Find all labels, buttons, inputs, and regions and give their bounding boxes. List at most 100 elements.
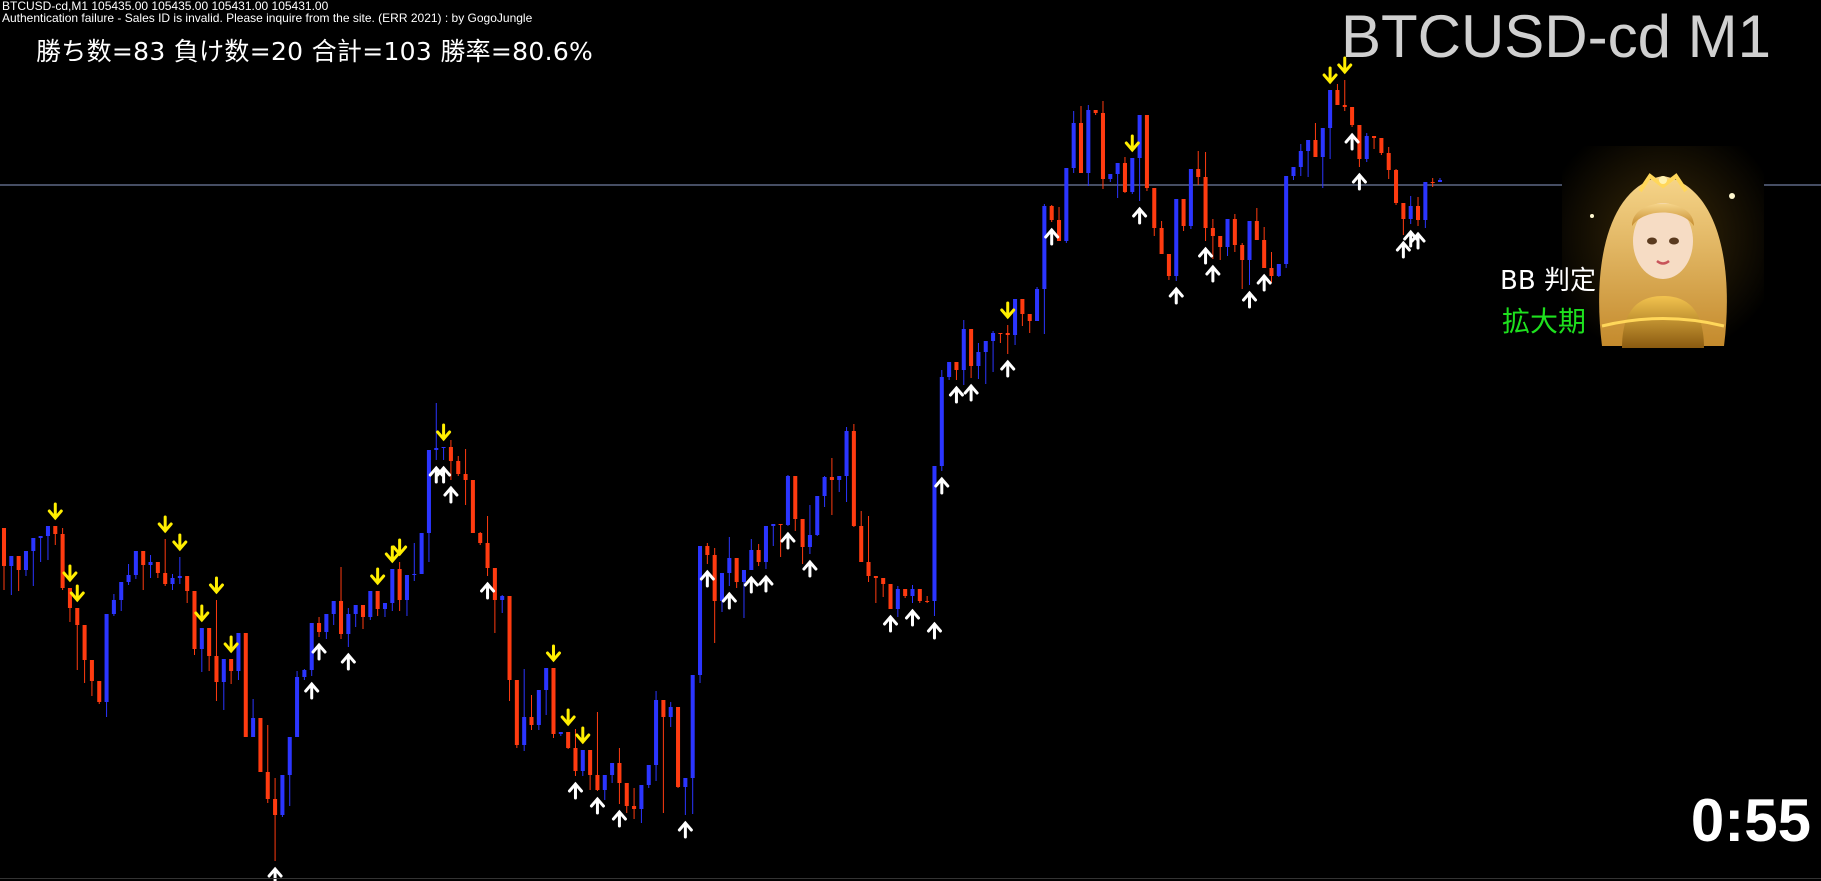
sell-arrow-icon	[69, 584, 85, 603]
win-stats: 勝ち数=83 負け数=20 合計=103 勝率=80.6%	[36, 37, 594, 66]
sell-arrow-icon	[1124, 134, 1140, 153]
candle-body	[1181, 199, 1186, 226]
candle-body	[45, 526, 50, 536]
candle-body	[1071, 123, 1076, 168]
candle-body	[881, 578, 886, 584]
candle-body	[1247, 221, 1252, 260]
candle-body	[1254, 221, 1259, 240]
candle-body	[822, 477, 827, 496]
sell-arrow-icon	[172, 533, 188, 552]
candle-body	[514, 680, 519, 745]
candle-body	[419, 533, 424, 574]
buy-arrow-icon	[267, 866, 283, 881]
candle-body	[273, 799, 278, 815]
candle-body	[229, 659, 234, 671]
candle-body	[16, 556, 21, 570]
buy-arrow-icon	[567, 781, 583, 800]
buy-arrow-icon	[677, 820, 693, 839]
candle-body	[317, 623, 322, 632]
candle-body	[1100, 113, 1105, 179]
price-chart[interactable]	[0, 0, 1821, 881]
candle-body	[566, 732, 571, 748]
candle-body	[492, 568, 497, 600]
candle-body	[778, 524, 783, 525]
candle-body	[595, 775, 600, 790]
candle-body	[654, 700, 659, 765]
candle-body	[23, 551, 28, 570]
candle-body	[434, 448, 439, 450]
candle-body	[1005, 333, 1010, 335]
candle-body	[1188, 169, 1193, 226]
candle-body	[939, 377, 944, 466]
candle-body	[793, 476, 798, 519]
candle-body	[800, 519, 805, 547]
candle-body	[947, 362, 952, 377]
candle-body	[522, 717, 527, 745]
candle-body	[1313, 140, 1318, 157]
sell-arrow-icon	[223, 635, 239, 654]
buy-arrow-icon	[443, 485, 459, 504]
candle-body	[1276, 264, 1281, 276]
candle-body	[705, 546, 710, 555]
buy-arrow-icon	[1168, 286, 1184, 305]
candle-body	[1196, 169, 1201, 177]
candle-body	[163, 573, 168, 584]
candle-body	[1122, 163, 1127, 192]
candle-body	[1093, 110, 1098, 113]
candle-body	[1078, 123, 1084, 173]
candle-body	[668, 707, 673, 717]
sell-arrow-icon	[194, 604, 210, 623]
buy-arrow-icon	[1205, 264, 1221, 283]
buy-arrow-icon	[304, 681, 320, 700]
candle-body	[741, 570, 746, 582]
candle-body	[265, 772, 270, 799]
sell-arrow-icon	[1322, 66, 1338, 85]
candle-body	[126, 575, 131, 582]
candle-body	[456, 461, 461, 474]
candle-body	[111, 600, 116, 614]
candle-body	[485, 543, 490, 568]
candle-body	[895, 589, 900, 609]
candle-body	[185, 576, 190, 591]
candle-body	[976, 352, 981, 366]
candle-body	[829, 477, 834, 480]
candle-body	[1225, 219, 1230, 247]
candle-body	[236, 633, 241, 671]
buy-arrow-icon	[699, 569, 715, 588]
candle-body	[368, 591, 373, 617]
candle-body	[1364, 136, 1369, 159]
candle-body	[1379, 138, 1384, 153]
candle-body	[1328, 90, 1333, 128]
candle-body	[756, 550, 761, 562]
candle-body	[1137, 115, 1142, 158]
buy-arrow-icon	[780, 531, 796, 550]
candle-body	[844, 431, 849, 476]
candle-body	[302, 670, 307, 677]
candle-body	[1086, 110, 1091, 173]
candle-body	[1423, 182, 1428, 220]
buy-arrow-icon	[904, 608, 920, 627]
buy-arrow-icon	[340, 652, 356, 671]
candle-body	[67, 588, 72, 608]
candle-body	[646, 765, 651, 785]
candle-body	[727, 558, 732, 573]
candle-body	[558, 732, 563, 734]
candle-body	[1049, 206, 1054, 220]
signals-layer	[47, 56, 1426, 881]
buy-arrow-icon	[1395, 240, 1411, 259]
candle-body	[1144, 115, 1149, 188]
candle-body	[463, 474, 468, 480]
candle-body	[1408, 206, 1413, 219]
candle-body	[324, 614, 329, 632]
candle-body	[119, 582, 124, 600]
candle-body	[785, 476, 790, 525]
buy-arrow-icon	[926, 621, 942, 640]
candle-body	[1166, 254, 1171, 276]
candle-body	[588, 750, 593, 775]
candle-body	[199, 628, 204, 649]
candle-body	[573, 748, 578, 771]
buy-arrow-icon	[1344, 132, 1360, 151]
candle-body	[1320, 128, 1325, 157]
candle-body	[961, 329, 966, 370]
sell-arrow-icon	[560, 708, 576, 727]
